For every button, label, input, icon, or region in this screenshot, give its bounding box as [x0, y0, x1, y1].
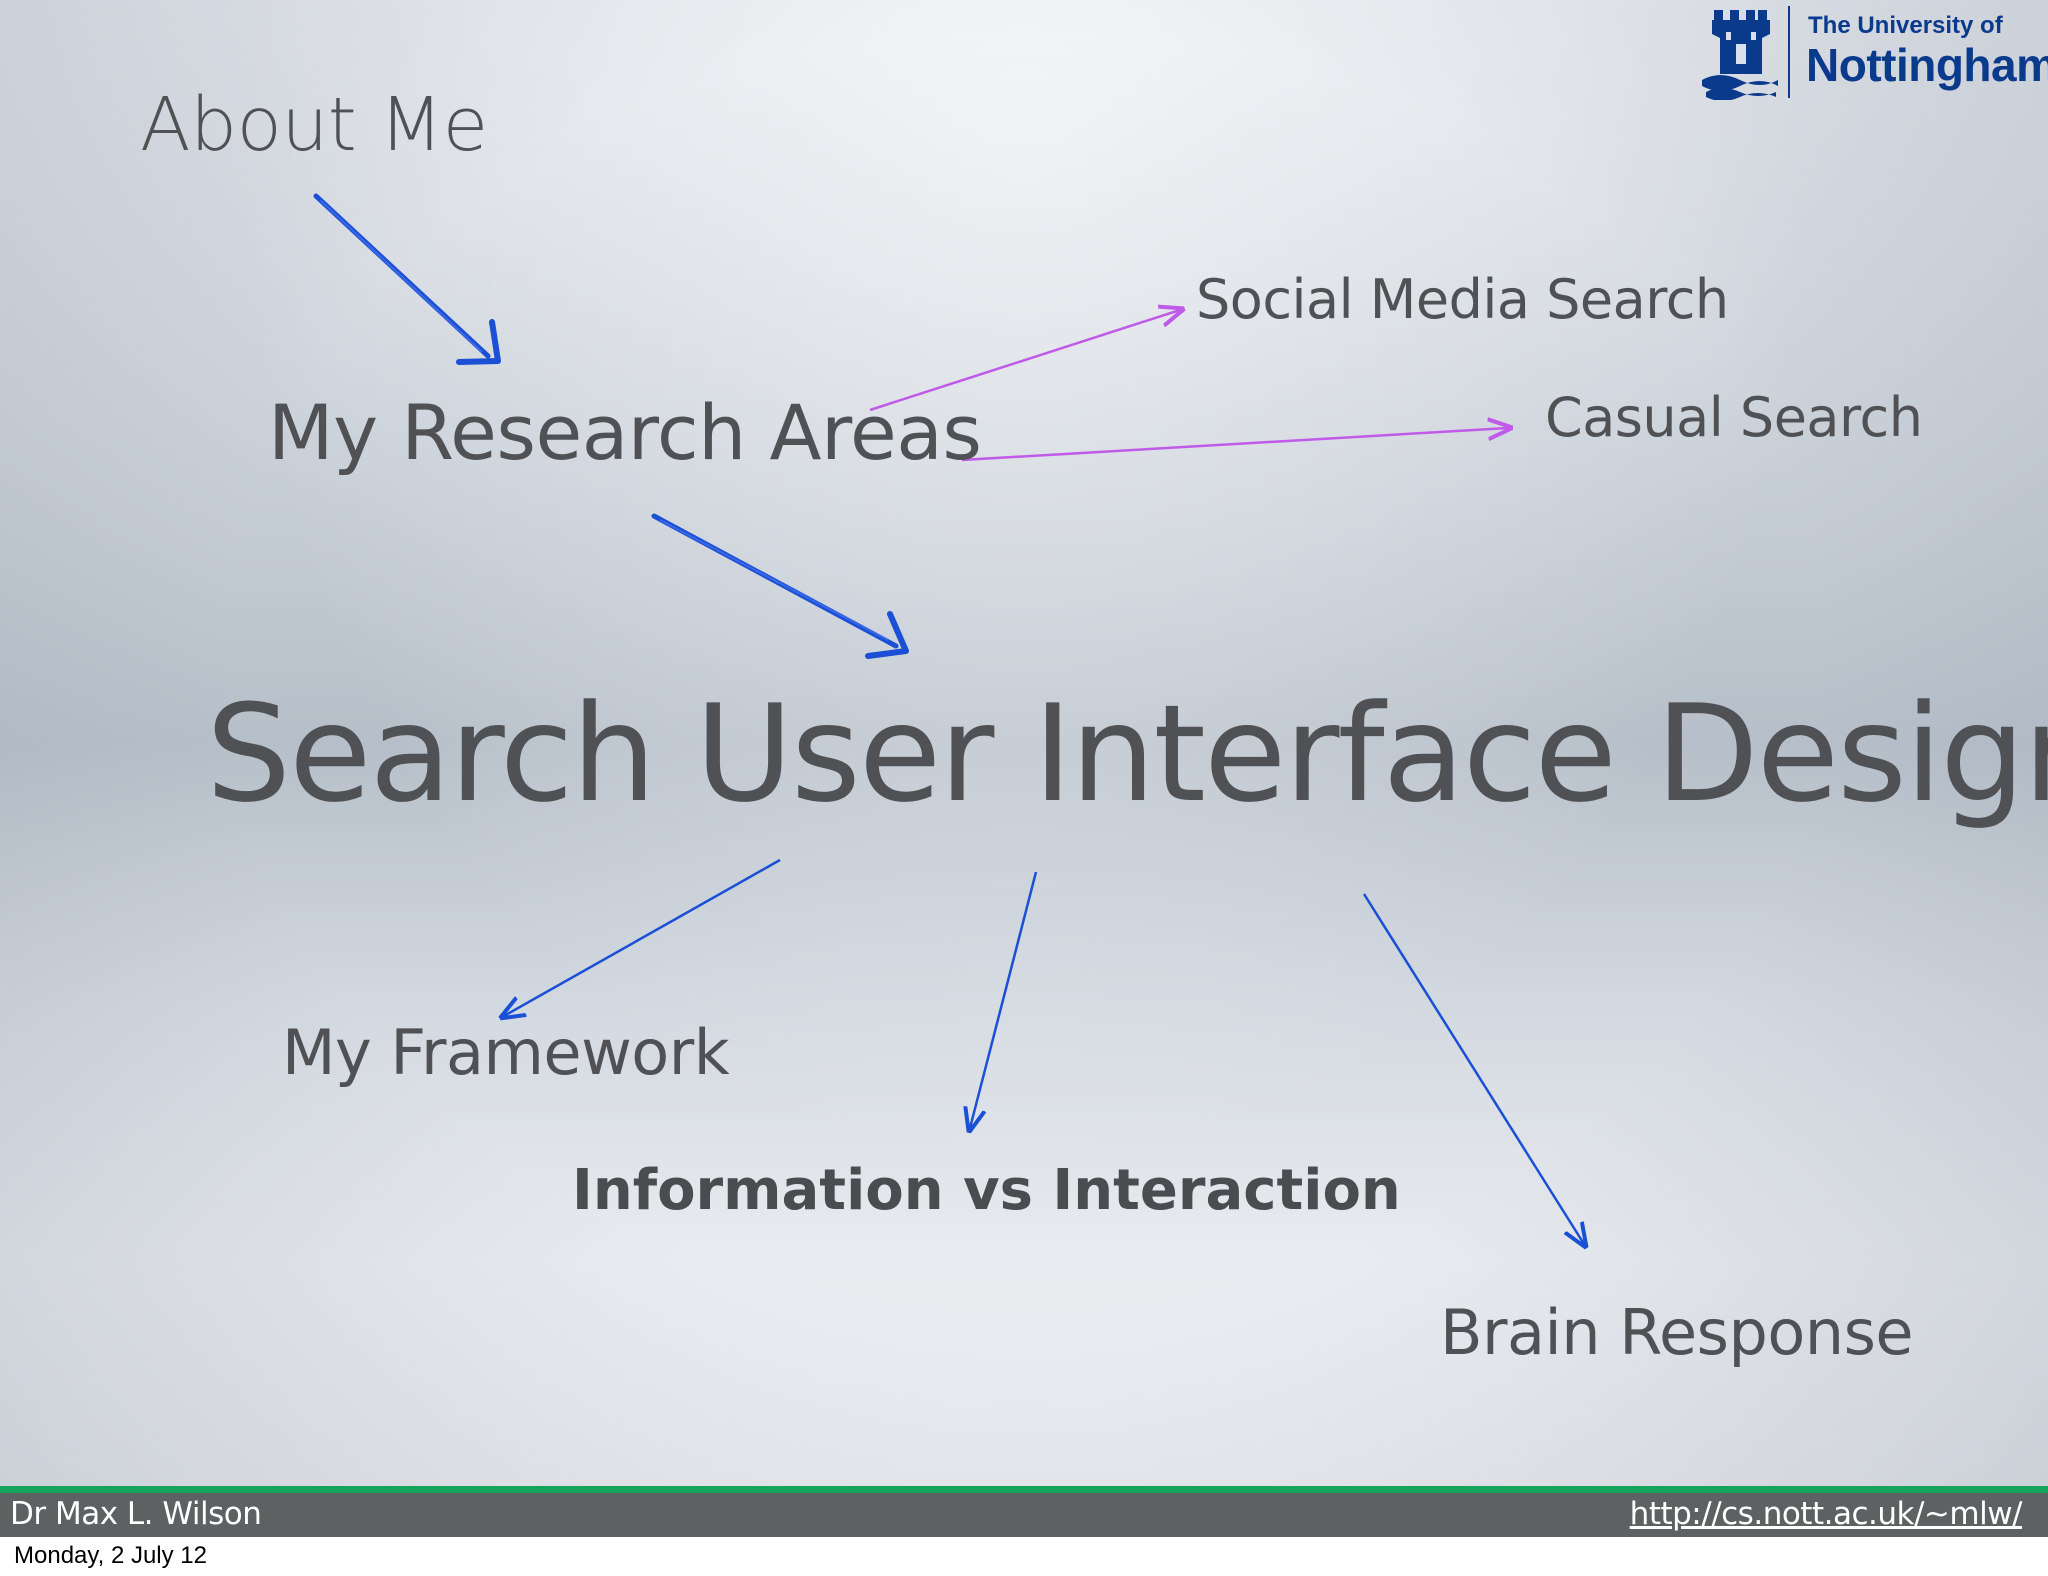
node-about-me: About Me	[140, 82, 488, 168]
date-stamp: Monday, 2 July 12	[14, 1542, 207, 1569]
footer-author: Dr Max L. Wilson	[10, 1496, 262, 1532]
logo-divider	[1788, 6, 1790, 98]
node-social-media-search: Social Media Search	[1196, 268, 1729, 331]
arrow-research-to-casual	[961, 428, 1508, 462]
arrow-research-to-main	[651, 513, 909, 659]
arrow-main-to-information	[970, 871, 1038, 1128]
node-main-title: Search User Interface Design	[206, 676, 2048, 832]
arrow-main-to-framework	[504, 858, 781, 1016]
slide-canvas: About Me My Research Areas Social Media …	[0, 0, 2048, 1486]
logo-text-line2: Nottingham	[1806, 39, 2048, 91]
arrow-about-to-research	[313, 193, 501, 365]
logo-text-line1: The University of	[1808, 12, 2003, 39]
node-my-framework: My Framework	[282, 1016, 730, 1089]
node-research-areas: My Research Areas	[268, 388, 982, 477]
university-logo: The University of Nottingham	[1700, 0, 2048, 104]
castle-crest-icon	[1702, 10, 1778, 100]
node-brain-response: Brain Response	[1440, 1296, 1914, 1369]
slide-footer: Dr Max L. Wilson http://cs.nott.ac.uk/~m…	[0, 1493, 2048, 1537]
footer-url-link[interactable]: http://cs.nott.ac.uk/~mlw/	[1630, 1496, 2023, 1532]
node-casual-search: Casual Search	[1545, 386, 1923, 449]
node-information-vs-interaction: Information vs Interaction	[572, 1158, 1401, 1223]
footer-accent-bar	[0, 1486, 2048, 1493]
